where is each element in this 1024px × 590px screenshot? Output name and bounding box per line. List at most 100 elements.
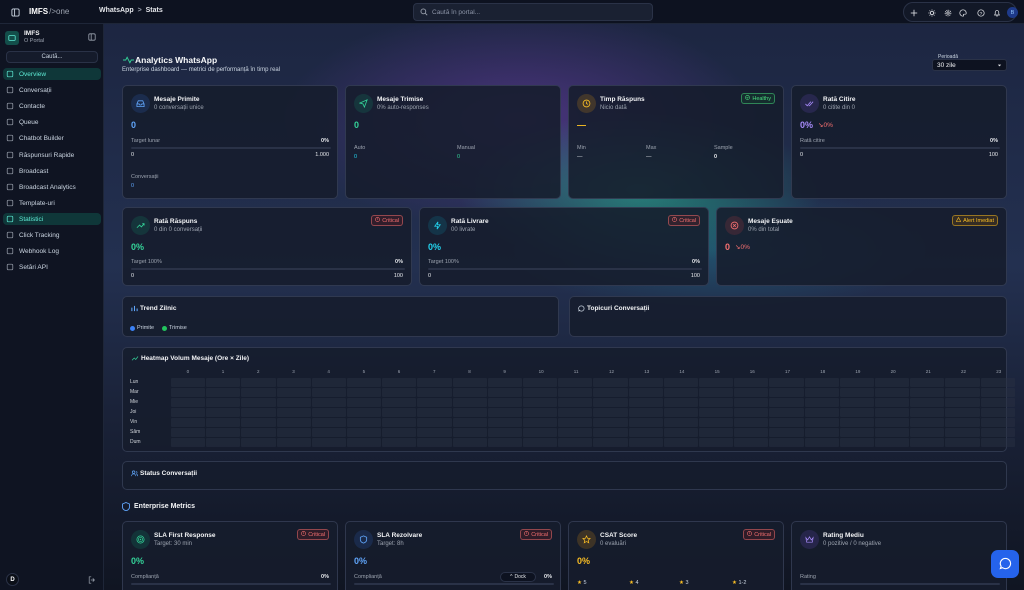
heatmap-cell[interactable] [452, 438, 487, 447]
heatmap-cell[interactable] [699, 428, 734, 437]
heatmap-cell[interactable] [171, 388, 206, 397]
heatmap-cell[interactable] [980, 388, 1015, 397]
heatmap-cell[interactable] [910, 418, 945, 427]
heatmap-cell[interactable] [206, 418, 241, 427]
heatmap-cell[interactable] [558, 438, 593, 447]
heatmap-cell[interactable] [804, 418, 839, 427]
heatmap-cell[interactable] [980, 428, 1015, 437]
heatmap-cell[interactable] [417, 418, 452, 427]
heatmap-cell[interactable] [734, 388, 769, 397]
heatmap-cell[interactable] [875, 388, 910, 397]
heatmap-cell[interactable] [804, 428, 839, 437]
add-icon[interactable] [908, 7, 919, 18]
heatmap-cell[interactable] [417, 378, 452, 387]
sidebar-item-statistici[interactable]: Statistici [3, 213, 101, 225]
heatmap-cell[interactable] [241, 418, 276, 427]
heatmap-cell[interactable] [311, 388, 346, 397]
heatmap-cell[interactable] [417, 428, 452, 437]
heatmap-cell[interactable] [593, 378, 628, 387]
dock-button[interactable]: ^ Dock [500, 572, 536, 582]
heatmap-cell[interactable] [734, 438, 769, 447]
heatmap-cell[interactable] [311, 438, 346, 447]
heatmap-cell[interactable] [417, 388, 452, 397]
heatmap-cell[interactable] [875, 418, 910, 427]
heatmap-cell[interactable] [663, 428, 698, 437]
heatmap-cell[interactable] [804, 398, 839, 407]
heatmap-cell[interactable] [593, 438, 628, 447]
heatmap-cell[interactable] [875, 378, 910, 387]
heatmap-cell[interactable] [347, 418, 382, 427]
heatmap-cell[interactable] [382, 408, 417, 417]
sun-icon[interactable] [926, 7, 937, 18]
heatmap-cell[interactable] [663, 388, 698, 397]
heatmap-cell[interactable] [523, 408, 558, 417]
heatmap-cell[interactable] [839, 428, 874, 437]
heatmap-cell[interactable] [206, 378, 241, 387]
heatmap-cell[interactable] [523, 388, 558, 397]
heatmap-cell[interactable] [558, 398, 593, 407]
heatmap-cell[interactable] [417, 408, 452, 417]
heatmap-cell[interactable] [769, 388, 804, 397]
heatmap-cell[interactable] [980, 418, 1015, 427]
sidebar-item-webhook-log[interactable]: Webhook Log [3, 245, 101, 257]
heatmap-cell[interactable] [452, 398, 487, 407]
heatmap-cell[interactable] [945, 428, 980, 437]
heatmap-cell[interactable] [663, 408, 698, 417]
heatmap-cell[interactable] [699, 398, 734, 407]
heatmap-cell[interactable] [487, 388, 522, 397]
heatmap-cell[interactable] [347, 408, 382, 417]
heatmap-cell[interactable] [663, 398, 698, 407]
heatmap-cell[interactable] [241, 378, 276, 387]
heatmap-cell[interactable] [276, 438, 311, 447]
heatmap-cell[interactable] [769, 428, 804, 437]
heatmap-cell[interactable] [804, 438, 839, 447]
heatmap-cell[interactable] [699, 378, 734, 387]
heatmap-cell[interactable] [910, 428, 945, 437]
heatmap-cell[interactable] [628, 408, 663, 417]
heatmap-cell[interactable] [839, 398, 874, 407]
heatmap-cell[interactable] [347, 378, 382, 387]
sidebar-item-overview[interactable]: Overview [3, 68, 101, 80]
heatmap-cell[interactable] [171, 398, 206, 407]
heatmap-cell[interactable] [769, 378, 804, 387]
heatmap-cell[interactable] [558, 408, 593, 417]
heatmap-cell[interactable] [945, 378, 980, 387]
heatmap-cell[interactable] [311, 418, 346, 427]
heatmap-cell[interactable] [769, 438, 804, 447]
heatmap-cell[interactable] [452, 378, 487, 387]
sidebar-item-click-tracking[interactable]: Click Tracking [3, 229, 101, 241]
heatmap-cell[interactable] [171, 438, 206, 447]
heatmap-cell[interactable] [628, 428, 663, 437]
heatmap-cell[interactable] [487, 428, 522, 437]
heatmap-cell[interactable] [171, 418, 206, 427]
sidebar-item-contacte[interactable]: Contacte [3, 100, 101, 112]
legend-primite[interactable]: Primite [130, 325, 154, 331]
heatmap-cell[interactable] [276, 418, 311, 427]
heatmap-cell[interactable] [558, 418, 593, 427]
heatmap-cell[interactable] [171, 408, 206, 417]
panel-toggle-icon[interactable] [10, 7, 20, 17]
heatmap-cell[interactable] [417, 438, 452, 447]
heatmap-cell[interactable] [980, 408, 1015, 417]
heatmap-cell[interactable] [487, 418, 522, 427]
heatmap-cell[interactable] [945, 398, 980, 407]
heatmap-cell[interactable] [593, 418, 628, 427]
heatmap-cell[interactable] [382, 388, 417, 397]
heatmap-cell[interactable] [382, 438, 417, 447]
heatmap-cell[interactable] [452, 428, 487, 437]
heatmap-cell[interactable] [804, 378, 839, 387]
heatmap-cell[interactable] [875, 408, 910, 417]
heatmap-cell[interactable] [487, 398, 522, 407]
heatmap-cell[interactable] [347, 398, 382, 407]
heatmap-cell[interactable] [347, 438, 382, 447]
heatmap-cell[interactable] [452, 418, 487, 427]
chat-fab-button[interactable] [991, 550, 1019, 578]
heatmap-cell[interactable] [487, 438, 522, 447]
heatmap-cell[interactable] [945, 438, 980, 447]
sidebar-collapse-icon[interactable] [88, 33, 96, 43]
heatmap-cell[interactable] [910, 408, 945, 417]
heatmap-cell[interactable] [311, 408, 346, 417]
heatmap-cell[interactable] [311, 398, 346, 407]
brand-logo[interactable]: IMFS/>one [29, 7, 69, 16]
heatmap-cell[interactable] [347, 428, 382, 437]
